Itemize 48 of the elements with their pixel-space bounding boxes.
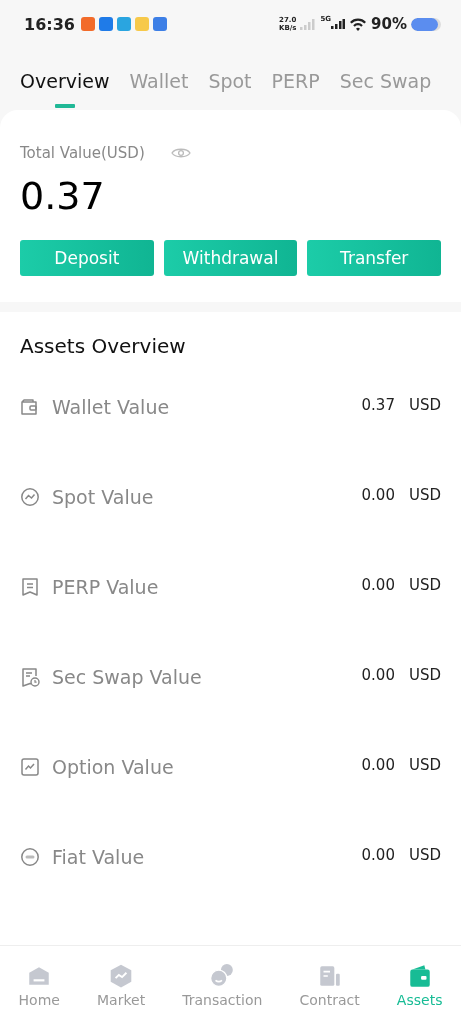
- nav-item[interactable]: Transaction: [182, 962, 263, 1008]
- asset-label: Wallet Value: [52, 396, 170, 418]
- asset-label: Option Value: [52, 756, 174, 778]
- battery-percent: 90%: [371, 15, 407, 33]
- currency-label: USD: [408, 756, 441, 774]
- asset-amount: 0.00: [361, 486, 395, 504]
- asset-amount: 0.00: [361, 846, 395, 864]
- nav-item[interactable]: Assets: [396, 962, 443, 1008]
- trend-icon: [20, 487, 40, 507]
- asset-label: Sec Swap Value: [52, 666, 202, 688]
- nav-item[interactable]: Home: [18, 962, 60, 1008]
- signal-icon: [300, 18, 317, 30]
- receipt-icon: [20, 577, 40, 597]
- wallet-icon: [20, 397, 40, 417]
- total-value: 0.37: [20, 174, 106, 218]
- receipt-clock-icon: [20, 667, 40, 687]
- tab[interactable]: PERP: [271, 66, 320, 110]
- tab[interactable]: Spot: [208, 66, 252, 110]
- asset-amount: 0.00: [361, 666, 395, 684]
- asset-amount: 0.00: [361, 756, 395, 774]
- currency-label: USD: [408, 666, 441, 684]
- section-title: Assets Overview: [20, 334, 187, 358]
- action-button[interactable]: Withdrawal: [163, 240, 298, 276]
- eye-icon[interactable]: [170, 147, 191, 159]
- asset-amount: 0.37: [361, 396, 395, 414]
- chart-icon: [20, 757, 40, 777]
- asset-label: Fiat Value: [52, 846, 145, 868]
- currency-label: USD: [408, 846, 441, 864]
- wifi-icon: [349, 17, 368, 31]
- currency-label: USD: [408, 576, 441, 594]
- coin-icon: [20, 847, 40, 867]
- coins-icon: [209, 962, 236, 989]
- asset-amount: 0.00: [361, 576, 395, 594]
- tab[interactable]: Overview: [20, 66, 110, 110]
- nav-item[interactable]: Market: [97, 962, 146, 1008]
- asset-label: PERP Value: [52, 576, 159, 598]
- battery-icon: [411, 17, 441, 31]
- tab[interactable]: Sec Swap: [339, 66, 432, 110]
- action-button[interactable]: Transfer: [307, 240, 441, 276]
- currency-label: USD: [408, 486, 441, 504]
- tab[interactable]: Wallet: [129, 66, 189, 110]
- nav-item[interactable]: Contract: [299, 962, 360, 1008]
- asset-label: Spot Value: [52, 486, 154, 508]
- status-time: 16:36: [24, 14, 75, 34]
- action-button[interactable]: Deposit: [20, 240, 154, 276]
- signal-icon: [331, 19, 346, 29]
- currency-label: USD: [408, 396, 441, 414]
- total-value-label: Total Value(USD): [20, 144, 145, 162]
